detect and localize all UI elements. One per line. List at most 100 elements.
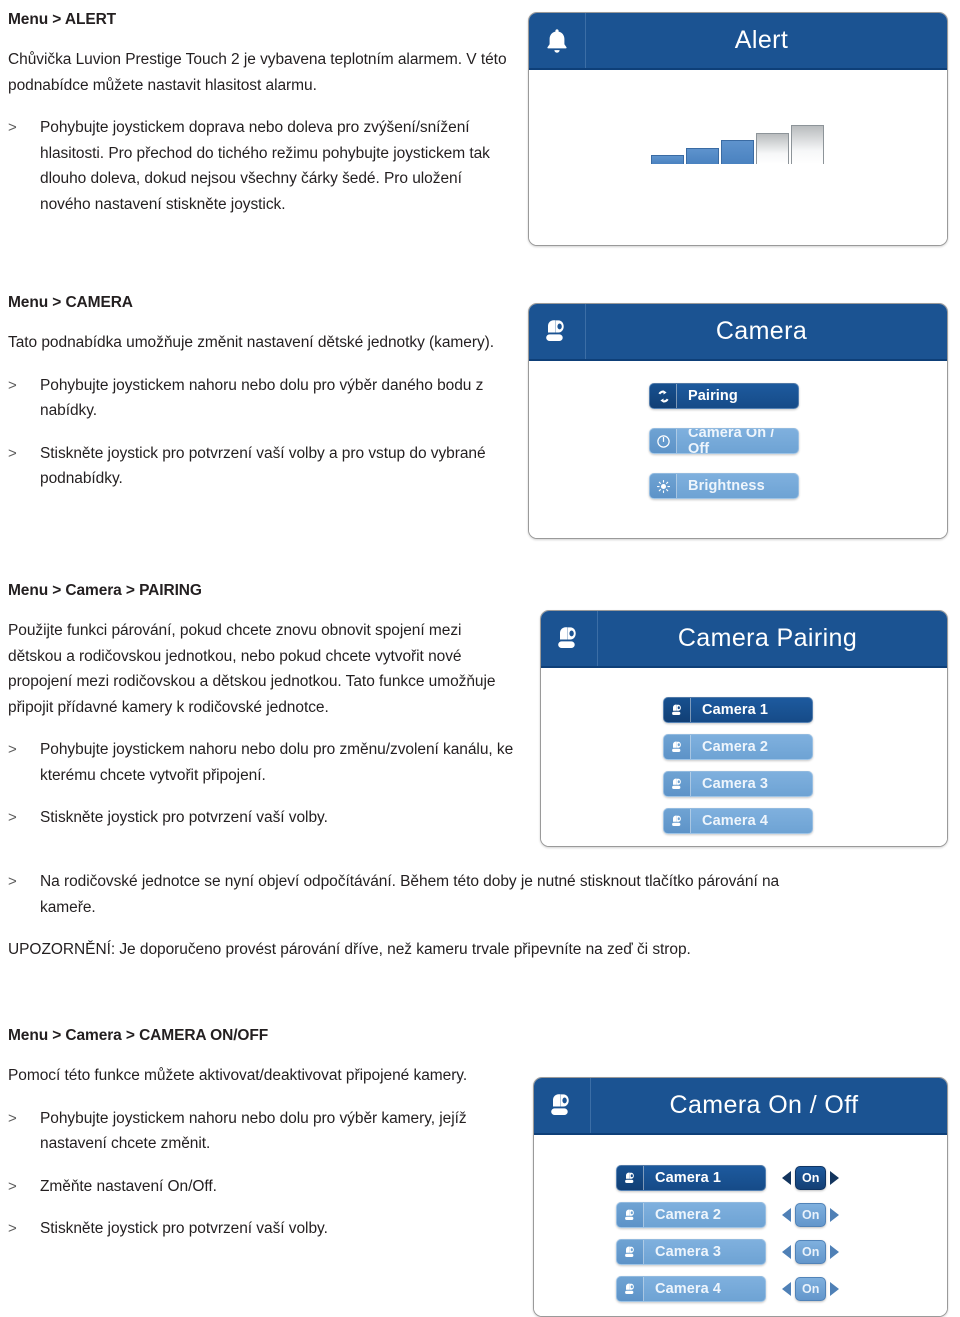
volume-segment-2[interactable] bbox=[686, 148, 719, 164]
heading-camera-prefix: Menu bbox=[8, 294, 49, 311]
panel-camera-onoff: Camera On / Off Camera 1 On Camera 2 On … bbox=[533, 1077, 948, 1317]
onoff-item-camera-3-label: Camera 3 bbox=[655, 1244, 722, 1260]
camera-icon bbox=[617, 1240, 644, 1264]
bullet-marker-icon: > bbox=[8, 809, 17, 826]
arrow-right-icon[interactable] bbox=[830, 1208, 840, 1222]
heading-camera-onoff-separator: > bbox=[125, 1027, 135, 1044]
onoff-item-camera-4[interactable]: Camera 4 bbox=[616, 1276, 766, 1302]
camera-icon bbox=[529, 304, 586, 359]
arrow-right-icon[interactable] bbox=[830, 1282, 840, 1296]
onoff-stepper-camera-2[interactable]: On bbox=[782, 1203, 840, 1227]
bullet-camera-2: > Stiskněte joystick pro potvrzení vaší … bbox=[8, 441, 518, 492]
onoff-stepper-camera-4[interactable]: On bbox=[782, 1277, 840, 1301]
heading-alert-prefix: Menu bbox=[8, 11, 49, 28]
bullet-marker-icon: > bbox=[8, 119, 17, 136]
pairing-item-camera-2-label: Camera 2 bbox=[702, 739, 769, 755]
camera-icon bbox=[664, 735, 691, 759]
bullet-marker-icon: > bbox=[8, 1177, 17, 1195]
onoff-item-camera-3[interactable]: Camera 3 bbox=[616, 1239, 766, 1265]
bullet-camera-onoff-2: > Změňte nastavení On/Off. bbox=[8, 1174, 508, 1200]
camera-menu-item-brightness-label: Brightness bbox=[688, 478, 765, 494]
alert-volume-meter[interactable] bbox=[651, 122, 829, 164]
bullet-marker-icon: > bbox=[8, 376, 17, 394]
bullet-camera-onoff-3: > Stiskněte joystick pro potvrzení vaší … bbox=[8, 1216, 508, 1242]
bullet-pairing-2: > Stiskněte joystick pro potvrzení vaší … bbox=[8, 805, 518, 831]
arrow-left-icon[interactable] bbox=[782, 1171, 791, 1185]
camera-menu-item-brightness[interactable]: Brightness bbox=[649, 473, 799, 499]
camera-icon bbox=[617, 1166, 644, 1190]
section-pairing-text: Menu > Camera > PAIRING Použijte funkci … bbox=[8, 581, 518, 831]
onoff-row-camera-1: Camera 1 On bbox=[616, 1165, 840, 1191]
pairing-item-camera-3[interactable]: Camera 3 bbox=[663, 771, 813, 797]
bullet-camera-2-text: Stiskněte joystick pro potvrzení vaší vo… bbox=[40, 444, 486, 488]
volume-segment-5[interactable] bbox=[791, 125, 824, 164]
heading-pairing: Menu > Camera > PAIRING bbox=[8, 581, 518, 601]
panel-camera-onoff-header: Camera On / Off bbox=[534, 1078, 947, 1135]
panel-camera-onoff-body: Camera 1 On Camera 2 On Camera 3 On Came… bbox=[534, 1135, 947, 1316]
camera-icon bbox=[617, 1203, 644, 1227]
pairing-item-camera-3-label: Camera 3 bbox=[702, 776, 769, 792]
camera-icon bbox=[541, 611, 598, 666]
camera-icon bbox=[664, 809, 691, 833]
camera-menu-item-camera-on-off-label: Camera On / Off bbox=[688, 428, 775, 454]
pairing-item-camera-4-label: Camera 4 bbox=[702, 813, 769, 829]
bullet-camera-onoff-2-text: Změňte nastavení On/Off. bbox=[40, 1177, 217, 1195]
onoff-stepper-camera-3[interactable]: On bbox=[782, 1240, 840, 1264]
bullet-marker-icon: > bbox=[8, 873, 17, 890]
panel-camera-pairing: Camera Pairing Camera 1 Camera 2 Camera … bbox=[540, 610, 948, 847]
camera-icon bbox=[664, 772, 691, 796]
panel-camera-body: Pairing Camera On / Off Brightness bbox=[529, 361, 947, 538]
volume-segment-1[interactable] bbox=[651, 155, 684, 164]
heading-pairing-name: PAIRING bbox=[139, 582, 202, 599]
heading-alert: Menu > ALERT bbox=[8, 10, 508, 30]
camera-icon bbox=[534, 1078, 591, 1133]
pairing-item-camera-1[interactable]: Camera 1 bbox=[663, 697, 813, 723]
camera-menu-item-pairing[interactable]: Pairing bbox=[649, 383, 799, 409]
section-camera-onoff-text: Menu > Camera > CAMERA ON/OFF Pomocí tét… bbox=[8, 1026, 518, 1242]
bullet-marker-icon: > bbox=[8, 444, 17, 462]
paragraph-alert: Chůvička Luvion Prestige Touch 2 je vyba… bbox=[8, 51, 507, 94]
notice-pairing: UPOZORNĚNÍ: Je doporučeno provést párová… bbox=[8, 941, 691, 958]
heading-pairing-prefix: Menu > Camera bbox=[8, 582, 122, 599]
camera-menu-item-pairing-label: Pairing bbox=[688, 388, 738, 404]
heading-camera-onoff-name: CAMERA ON/OFF bbox=[139, 1027, 269, 1044]
onoff-row-camera-2: Camera 2 On bbox=[616, 1202, 840, 1228]
paragraph-camera: Tato podnabídka umožňuje změnit nastaven… bbox=[8, 334, 495, 351]
panel-camera-title: Camera bbox=[715, 317, 808, 345]
onoff-state-camera-1[interactable]: On bbox=[795, 1166, 827, 1190]
arrow-right-icon[interactable] bbox=[830, 1171, 840, 1185]
bullet-camera-onoff-3-text: Stiskněte joystick pro potvrzení vaší vo… bbox=[40, 1220, 328, 1237]
bullet-camera-onoff-1: > Pohybujte joystickem nahoru nebo dolu … bbox=[8, 1106, 523, 1157]
onoff-stepper-camera-1[interactable]: On bbox=[782, 1166, 840, 1190]
panel-alert: Alert bbox=[528, 12, 948, 246]
onoff-item-camera-2[interactable]: Camera 2 bbox=[616, 1202, 766, 1228]
onoff-item-camera-1[interactable]: Camera 1 bbox=[616, 1165, 766, 1191]
bullet-pairing-3: > Na rodičovské jednotce se nyní objeví … bbox=[8, 869, 838, 920]
paragraph-camera-onoff: Pomocí této funkce můžete aktivovat/deak… bbox=[8, 1067, 468, 1084]
onoff-state-camera-4[interactable]: On bbox=[795, 1277, 827, 1301]
onoff-state-camera-2[interactable]: On bbox=[795, 1203, 827, 1227]
pairing-item-camera-4[interactable]: Camera 4 bbox=[663, 808, 813, 834]
onoff-state-camera-3[interactable]: On bbox=[795, 1240, 827, 1264]
onoff-item-camera-1-label: Camera 1 bbox=[655, 1170, 722, 1186]
camera-menu-item-camera-on-off[interactable]: Camera On / Off bbox=[649, 428, 799, 454]
volume-segment-4[interactable] bbox=[756, 133, 789, 164]
brightness-icon bbox=[650, 474, 677, 498]
section-pairing-wide-text: > Na rodičovské jednotce se nyní objeví … bbox=[8, 869, 838, 963]
bullet-camera-1: > Pohybujte joystickem nahoru nebo dolu … bbox=[8, 373, 508, 424]
arrow-left-icon[interactable] bbox=[782, 1208, 791, 1222]
onoff-item-camera-2-label: Camera 2 bbox=[655, 1207, 722, 1223]
bullet-alert-1: > Pohybujte joystickem doprava nebo dole… bbox=[8, 115, 508, 217]
arrow-left-icon[interactable] bbox=[782, 1245, 791, 1259]
pairing-item-camera-2[interactable]: Camera 2 bbox=[663, 734, 813, 760]
bell-icon bbox=[529, 13, 586, 68]
heading-camera-name: CAMERA bbox=[65, 294, 133, 311]
arrow-left-icon[interactable] bbox=[782, 1282, 791, 1296]
onoff-row-camera-3: Camera 3 On bbox=[616, 1239, 840, 1265]
bullet-pairing-1-text: Pohybujte joystickem nahoru nebo dolu pr… bbox=[40, 741, 514, 784]
arrow-right-icon[interactable] bbox=[830, 1245, 840, 1259]
bullet-pairing-2-text: Stiskněte joystick pro potvrzení vaší vo… bbox=[40, 809, 328, 826]
volume-segment-3[interactable] bbox=[721, 140, 754, 164]
heading-camera-separator: > bbox=[52, 294, 62, 311]
heading-pairing-separator: > bbox=[125, 582, 135, 599]
